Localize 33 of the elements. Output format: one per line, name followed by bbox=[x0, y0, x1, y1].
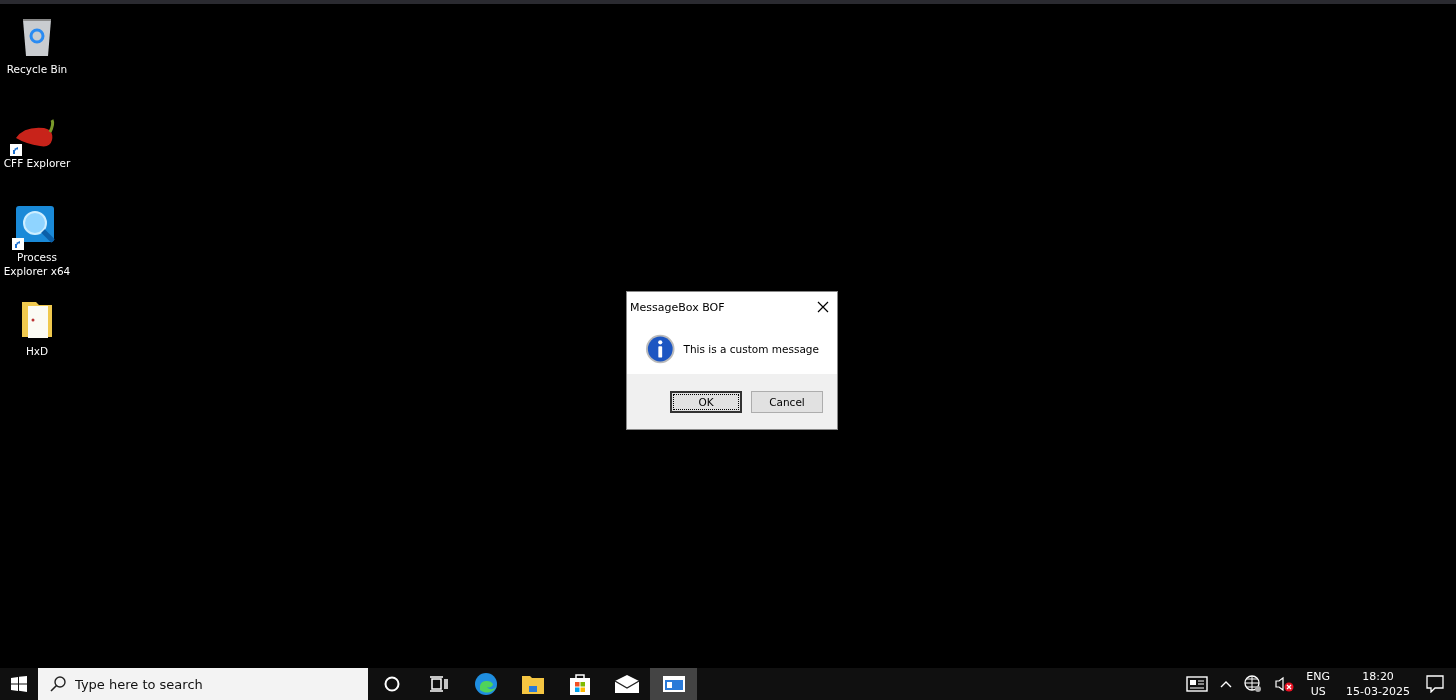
notification-icon[interactable] bbox=[1426, 675, 1444, 693]
news-icon[interactable] bbox=[1186, 676, 1209, 692]
windows-logo-icon[interactable] bbox=[11, 676, 27, 692]
desktop-shortcut[interactable]: CFF Explorer bbox=[0, 106, 74, 186]
close-icon[interactable] bbox=[817, 301, 829, 313]
region-indicator[interactable]: US bbox=[1310, 684, 1326, 699]
desktop-shortcut[interactable]: HxD bbox=[0, 294, 74, 374]
window-title: MessageBox BOF bbox=[630, 300, 725, 314]
shortcut-label: Recycle Bin bbox=[6, 62, 68, 76]
shopping-bag-icon bbox=[568, 673, 591, 695]
browser-icon bbox=[473, 672, 498, 696]
desktop-shortcut[interactable]: Process Explorer x64 bbox=[0, 200, 74, 280]
speaker-icon[interactable] bbox=[1274, 676, 1295, 692]
clock-time[interactable]: 18:20 bbox=[1362, 669, 1394, 684]
search-field[interactable]: Type here to search bbox=[38, 668, 368, 700]
chevron-up-icon[interactable] bbox=[1220, 680, 1233, 688]
dialog-button[interactable]: OK bbox=[670, 390, 742, 413]
envelope-icon bbox=[614, 675, 639, 693]
circle-icon bbox=[383, 676, 400, 692]
shortcut-label: Process Explorer x64 bbox=[2, 250, 72, 278]
shortcut-label: CFF Explorer bbox=[3, 156, 71, 170]
clock-date[interactable]: 15-03-2025 bbox=[1346, 684, 1410, 699]
info-icon bbox=[645, 333, 676, 365]
shortcut-label: HxD bbox=[25, 344, 49, 358]
globe-icon[interactable] bbox=[1244, 675, 1263, 693]
dialog-button[interactable]: Cancel bbox=[751, 390, 823, 413]
desktop-shortcut[interactable]: Recycle Bin bbox=[0, 12, 74, 92]
message-text: This is a custom message bbox=[683, 343, 819, 355]
folder-icon bbox=[521, 674, 544, 694]
language-indicator[interactable]: ENG bbox=[1306, 669, 1331, 684]
taskbar-app-button[interactable] bbox=[650, 668, 697, 700]
task-view-icon bbox=[429, 676, 448, 692]
window-icon bbox=[662, 676, 685, 692]
